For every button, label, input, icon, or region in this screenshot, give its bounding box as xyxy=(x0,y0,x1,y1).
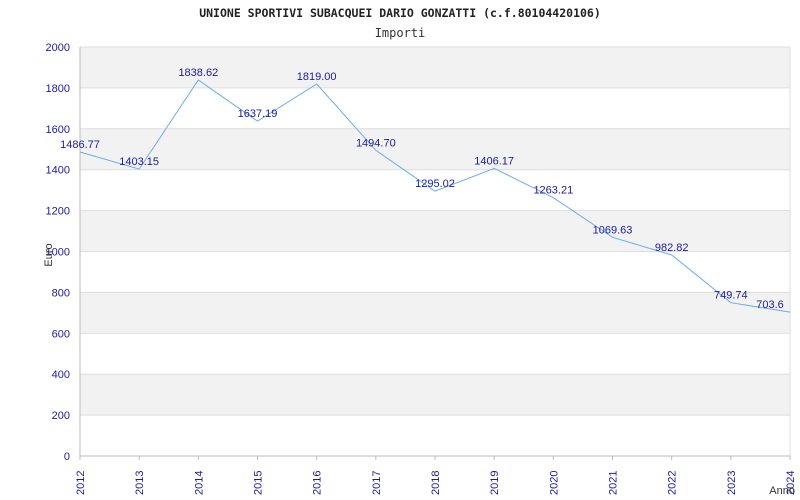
line-chart: 0200400600800100012001400160018002000 20… xyxy=(43,6,797,497)
x-tick-label: 2022 xyxy=(667,471,679,495)
x-axis-label: Anno xyxy=(769,485,795,497)
data-label: 1403.15 xyxy=(119,156,159,168)
x-tick-label: 2017 xyxy=(371,471,383,495)
x-tick-label: 2018 xyxy=(430,471,442,495)
plot-band xyxy=(80,374,790,416)
x-tick-label: 2014 xyxy=(193,471,205,495)
y-tick-label: 600 xyxy=(52,328,70,340)
y-tick-label: 0 xyxy=(64,451,70,463)
data-label: 1295.02 xyxy=(415,178,455,190)
data-label: 982.82 xyxy=(655,242,689,254)
data-label: 1406.17 xyxy=(474,155,514,167)
y-tick-label: 1600 xyxy=(46,124,70,136)
y-tick-label: 800 xyxy=(52,287,70,299)
y-tick-label: 400 xyxy=(52,369,70,381)
data-label: 1263.21 xyxy=(533,185,573,197)
x-tick-label: 2023 xyxy=(726,471,738,495)
y-axis-label: Euro xyxy=(43,243,55,266)
x-tick-label: 2019 xyxy=(489,471,501,495)
y-tick-label: 1200 xyxy=(46,206,70,218)
data-label: 1838.62 xyxy=(178,67,218,79)
data-label: 1819.00 xyxy=(297,71,337,83)
x-tick-label: 2015 xyxy=(253,471,265,495)
data-label: 1494.70 xyxy=(356,137,396,149)
data-label: 1069.63 xyxy=(593,224,633,236)
plot-band xyxy=(80,292,790,334)
chart-subtitle: Importi xyxy=(375,26,426,40)
x-tick-label: 2012 xyxy=(75,471,87,495)
plot-background-bands xyxy=(80,47,790,416)
y-tick-label: 200 xyxy=(52,410,70,422)
x-tick-labels: 2012 2013 2014 2015 2016 2017 2018 2019 2020 2021… xyxy=(75,456,797,495)
x-tick-label: 2021 xyxy=(608,471,620,495)
x-tick-label: 2020 xyxy=(548,471,560,495)
series-line xyxy=(79,79,791,313)
data-labels: 1486.77 1403.15 1838.62 1637.19 1819.00 1494.… xyxy=(60,67,784,311)
chart-title: UNIONE SPORTIVI SUBACQUEI DARIO GONZATTI… xyxy=(199,6,601,20)
y-tick-label: 2000 xyxy=(46,42,70,54)
plot-band xyxy=(80,128,790,170)
data-label: 1637.19 xyxy=(238,108,278,120)
data-label: 703.6 xyxy=(756,299,784,311)
data-label: 1486.77 xyxy=(60,139,100,151)
y-tick-label: 1800 xyxy=(46,83,70,95)
data-label: 749.74 xyxy=(714,290,748,302)
x-tick-label: 2016 xyxy=(312,471,324,495)
y-tick-label: 1400 xyxy=(46,165,70,177)
x-tick-label: 2013 xyxy=(134,471,146,495)
